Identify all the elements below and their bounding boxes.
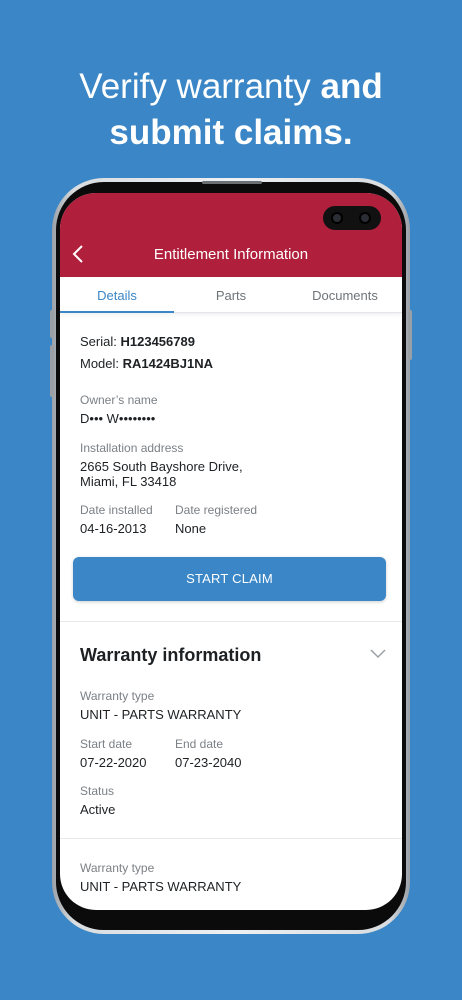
date-installed-value: 04-16-2013 <box>80 521 147 536</box>
start-claim-button[interactable]: START CLAIM <box>73 557 386 601</box>
warranty-type-label: Warranty type <box>80 689 155 703</box>
owner-label: Owner’s name <box>80 393 158 407</box>
date-registered-value: None <box>175 521 207 536</box>
model-value: RA1424BJ1NA <box>122 356 213 371</box>
headline: Verify warranty and submit claims. <box>0 64 462 156</box>
serial-label: Serial: <box>80 334 117 349</box>
end-date-value: 07-23-2040 <box>175 755 242 770</box>
volume-button <box>50 310 54 338</box>
warranty-section-title: Warranty information <box>80 645 262 665</box>
camera-lens <box>331 212 343 224</box>
tab-parts[interactable]: Parts <box>174 277 288 312</box>
tab-bar: Details Parts Documents <box>60 277 402 313</box>
chevron-down-icon[interactable] <box>370 649 386 659</box>
power-button <box>408 310 412 360</box>
status-value: Active <box>80 802 116 817</box>
headline-bold-1: and <box>320 67 383 106</box>
serial-row: Serial: H123456789 <box>80 334 195 349</box>
headline-bold-2: submit claims. <box>109 113 353 152</box>
date-registered-label: Date registered <box>175 503 258 517</box>
camera-cutout <box>323 206 381 230</box>
tab-details[interactable]: Details <box>60 277 174 313</box>
serial-value: H123456789 <box>120 334 195 349</box>
tab-documents[interactable]: Documents <box>288 277 402 312</box>
start-date-value: 07-22-2020 <box>80 755 147 770</box>
app-bar: Entitlement Information <box>60 193 402 277</box>
headline-normal: Verify warranty <box>79 67 321 106</box>
address-line-1: 2665 South Bayshore Drive, <box>80 459 243 474</box>
warranty-type-value-2: UNIT - PARTS WARRANTY <box>80 879 242 894</box>
address-label: Installation address <box>80 441 184 455</box>
model-row: Model: RA1424BJ1NA <box>80 356 213 371</box>
app-screen: Entitlement Information Details Parts Do… <box>60 193 402 910</box>
warranty-type-label-2: Warranty type <box>80 861 155 875</box>
end-date-label: End date <box>175 737 224 751</box>
divider-2 <box>60 838 402 839</box>
page-title: Entitlement Information <box>153 246 309 263</box>
address-line-2: Miami, FL 33418 <box>80 474 177 489</box>
volume-button-2 <box>50 345 54 397</box>
status-label: Status <box>80 784 115 798</box>
phone-speaker-slot <box>202 181 262 184</box>
date-installed-label: Date installed <box>80 503 153 517</box>
divider <box>60 621 402 622</box>
start-date-label: Start date <box>80 737 133 751</box>
owner-value: D••• W•••••••• <box>80 411 156 426</box>
model-label: Model: <box>80 356 120 371</box>
warranty-type-value: UNIT - PARTS WARRANTY <box>80 707 242 722</box>
camera-lens-2 <box>359 212 371 224</box>
